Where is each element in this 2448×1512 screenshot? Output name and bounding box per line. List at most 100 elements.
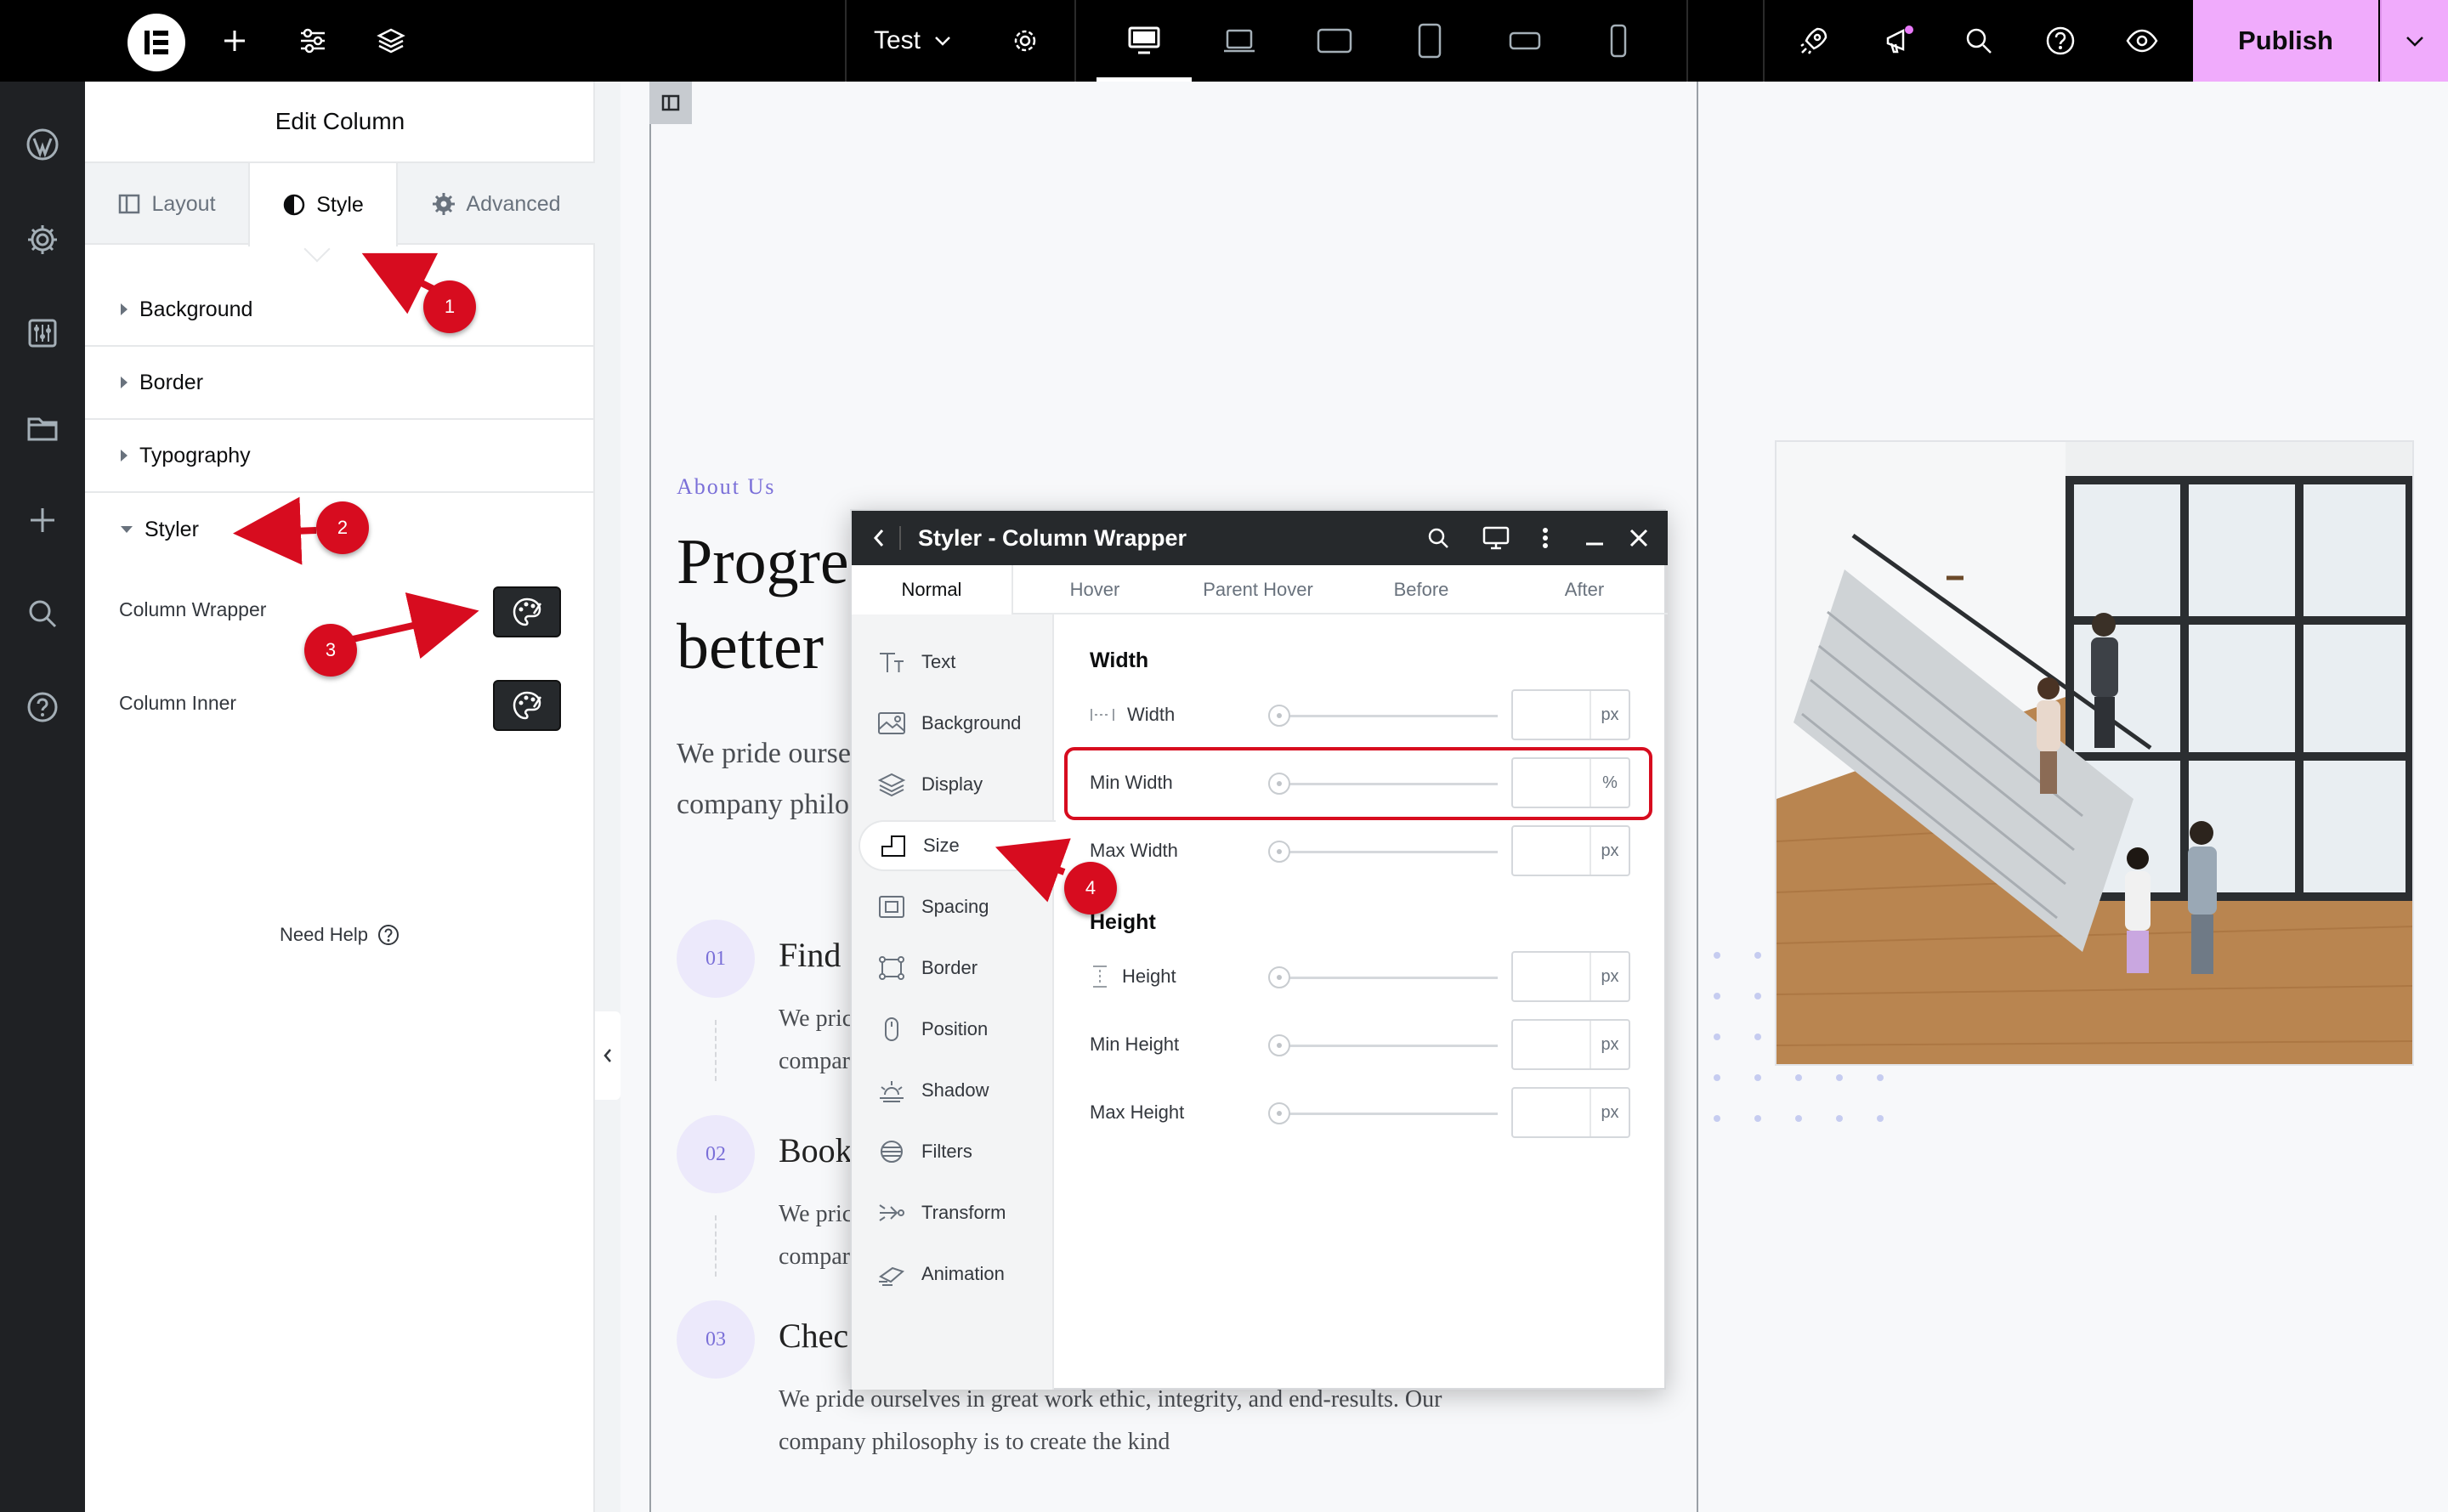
tablet-portrait-icon[interactable] <box>1406 17 1454 65</box>
height-slider-handle[interactable] <box>1268 966 1290 988</box>
section-border[interactable]: Border <box>85 347 595 420</box>
tab-advanced[interactable]: Advanced <box>398 163 595 245</box>
decorative-dot <box>1714 993 1720 1000</box>
document-name-dropdown[interactable]: Test <box>874 22 953 59</box>
side-item-text[interactable]: Text <box>877 637 955 688</box>
collapse-panel-handle[interactable] <box>595 1011 620 1100</box>
width-slider-handle[interactable] <box>1268 705 1290 727</box>
side-item-spacing[interactable]: Spacing <box>877 881 989 932</box>
add-element-icon[interactable] <box>211 17 258 65</box>
publish-button[interactable]: Publish <box>2193 0 2378 82</box>
elementor-logo-icon[interactable] <box>128 14 185 71</box>
need-help-link[interactable]: Need Help <box>85 923 595 947</box>
side-item-border[interactable]: Border <box>877 943 978 994</box>
tab-parent-hover[interactable]: Parent Hover <box>1176 565 1340 614</box>
publish-options-button[interactable] <box>2380 0 2448 82</box>
wordpress-icon[interactable] <box>19 121 66 168</box>
intro-text-line-2: company philo <box>677 789 850 820</box>
height-unit-selector[interactable]: px <box>1590 953 1629 1000</box>
tab-normal[interactable]: Normal <box>852 565 1013 614</box>
section-typography[interactable]: Typography <box>85 420 595 493</box>
decorative-dot <box>1754 993 1761 1000</box>
preview-eye-icon[interactable] <box>2118 17 2166 65</box>
minimize-icon[interactable] <box>1574 518 1615 558</box>
max-height-unit-selector[interactable]: px <box>1590 1089 1629 1136</box>
styler-popup: Styler - Column Wrapper Normal Hover Par… <box>850 509 1668 1390</box>
step-text-line-2: compar <box>779 1243 850 1270</box>
search-icon[interactable] <box>19 590 66 637</box>
styler-sidebar: Text Background Display Size Spacing Bor… <box>852 614 1056 1390</box>
column-edit-handle-icon[interactable] <box>649 82 692 124</box>
structure-layers-icon[interactable] <box>367 17 415 65</box>
min-height-input[interactable] <box>1513 1021 1590 1068</box>
desktop-icon[interactable] <box>1476 518 1516 558</box>
toolbar-divider <box>1074 0 1076 82</box>
close-icon[interactable] <box>1618 518 1659 558</box>
max-width-slider-handle[interactable] <box>1268 841 1290 863</box>
section-label: Background <box>139 297 253 321</box>
tab-advanced-label: Advanced <box>466 191 561 216</box>
width-unit-selector[interactable]: px <box>1590 691 1629 739</box>
desktop-icon[interactable] <box>1120 17 1168 65</box>
mobile-portrait-icon[interactable] <box>1595 17 1642 65</box>
panel-title: Edit Column <box>85 82 595 163</box>
step-text-line-2: company philosophy is to create the kind <box>779 1429 1170 1455</box>
settings-gear-icon[interactable] <box>19 216 66 263</box>
rocket-icon[interactable] <box>1790 17 1838 65</box>
add-icon[interactable] <box>19 496 66 544</box>
width-input[interactable] <box>1513 691 1590 739</box>
side-item-background[interactable]: Background <box>877 698 1021 749</box>
mouse-icon <box>885 1017 898 1041</box>
palette-icon <box>513 597 542 626</box>
tab-after[interactable]: After <box>1503 565 1666 614</box>
max-height-slider-handle[interactable] <box>1268 1102 1290 1124</box>
max-width-input[interactable] <box>1513 827 1590 875</box>
column-wrapper-styler-button[interactable] <box>493 586 561 637</box>
side-item-display[interactable]: Display <box>877 759 983 810</box>
office-stairs-photo <box>1775 440 2414 1066</box>
decorative-dot <box>1714 952 1720 959</box>
max-height-input[interactable] <box>1513 1089 1590 1136</box>
hero-heading-line-2: better <box>677 611 824 682</box>
side-item-shadow[interactable]: Shadow <box>877 1065 989 1116</box>
height-input[interactable] <box>1513 953 1590 1000</box>
help-icon[interactable] <box>2037 17 2084 65</box>
site-settings-icon[interactable] <box>289 17 337 65</box>
folder-icon[interactable] <box>19 405 66 452</box>
mobile-landscape-icon[interactable] <box>1501 17 1549 65</box>
side-item-animation[interactable]: Animation <box>877 1249 1005 1300</box>
min-height-unit-selector[interactable]: px <box>1590 1021 1629 1068</box>
decorative-dot <box>1754 1074 1761 1081</box>
side-item-filters[interactable]: Filters <box>877 1126 972 1177</box>
tablet-landscape-icon[interactable] <box>1311 17 1358 65</box>
decorative-dot <box>1795 1074 1802 1081</box>
tab-hover[interactable]: Hover <box>1013 565 1176 614</box>
sliders-icon[interactable] <box>19 309 66 357</box>
help-icon[interactable] <box>19 683 66 731</box>
laptop-icon[interactable] <box>1216 17 1263 65</box>
side-item-transform[interactable]: Transform <box>877 1187 1006 1238</box>
min-height-slider-handle[interactable] <box>1268 1034 1290 1056</box>
side-item-label: Shadow <box>921 1079 989 1101</box>
page-settings-gear-icon[interactable] <box>1001 17 1049 65</box>
max-width-unit-selector[interactable]: px <box>1590 827 1629 875</box>
section-background[interactable]: Background <box>85 274 595 347</box>
search-icon[interactable] <box>1418 518 1459 558</box>
search-icon[interactable] <box>1955 17 2003 65</box>
tab-before[interactable]: Before <box>1340 565 1503 614</box>
width-label: Width <box>1127 704 1176 725</box>
side-item-position[interactable]: Position <box>877 1004 988 1055</box>
animation-icon <box>879 1266 904 1286</box>
min-height-field: px <box>1511 1019 1630 1070</box>
caret-right-icon <box>121 303 128 315</box>
column-inner-styler-button[interactable] <box>493 680 561 731</box>
tab-layout[interactable]: Layout <box>85 163 248 245</box>
toolbar-divider <box>845 0 847 82</box>
more-options-icon[interactable] <box>1525 518 1566 558</box>
filters-icon <box>881 1141 903 1163</box>
back-arrow-icon[interactable] <box>858 518 899 558</box>
megaphone-icon[interactable] <box>1875 17 1923 65</box>
side-item-size[interactable]: Size <box>858 820 1056 871</box>
tab-style[interactable]: Style <box>248 163 398 246</box>
styler-title: Styler - Column Wrapper <box>918 524 1187 551</box>
